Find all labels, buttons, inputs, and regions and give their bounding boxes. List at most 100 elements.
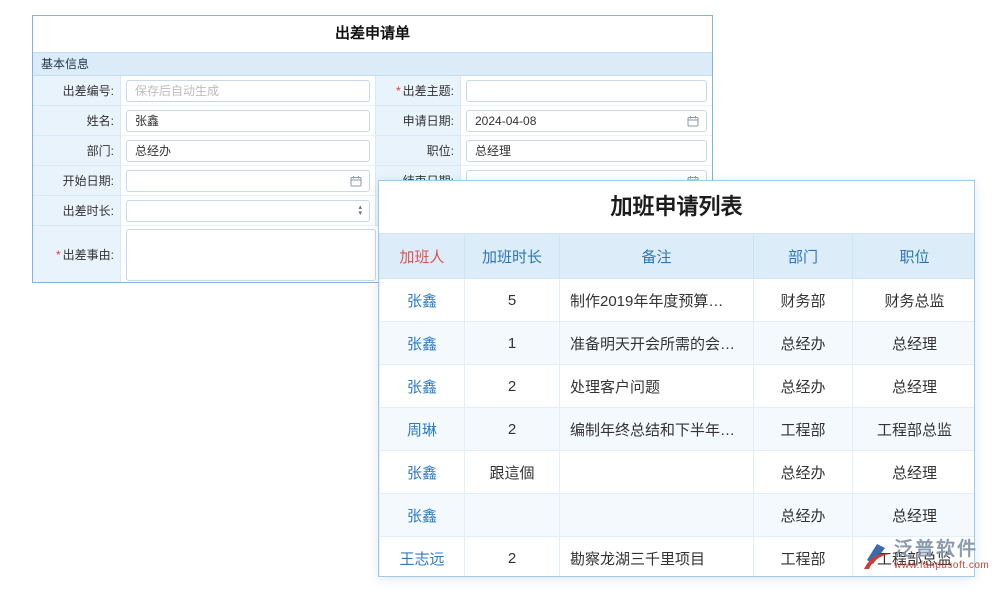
subject-cell: [461, 76, 712, 106]
subject-input[interactable]: [466, 80, 707, 102]
position-cell: 财务总监: [853, 279, 976, 322]
watermark-url: www.fanpusoft.com: [894, 560, 989, 572]
form-row: 部门: 职位:: [33, 136, 712, 166]
table-row: 张鑫 2 处理客户问题 总经办 总经理: [380, 365, 976, 408]
duration-cell: 1: [465, 322, 560, 365]
department-cell: 总经办: [754, 451, 853, 494]
duration-cell: 2: [465, 365, 560, 408]
section-header-basic-info: 基本信息: [33, 52, 712, 76]
name-input[interactable]: [126, 110, 370, 132]
department-cell: 总经办: [754, 365, 853, 408]
subject-label-text: 出差主题:: [403, 82, 454, 99]
fanpu-logo-icon: [862, 541, 890, 571]
note-cell: 勘察龙湖三千里项目: [560, 537, 754, 578]
watermark-brand: 泛普软件: [894, 540, 989, 560]
watermark-text: 泛普软件 www.fanpusoft.com: [894, 540, 989, 572]
person-link[interactable]: 张鑫: [380, 279, 465, 322]
start-date-label: 开始日期:: [33, 166, 121, 196]
form-title: 出差申请单: [33, 16, 712, 52]
required-asterisk: *: [396, 84, 401, 98]
department-cell: 工程部: [754, 408, 853, 451]
column-header-note[interactable]: 备注: [560, 234, 754, 279]
position-cell: [461, 136, 712, 166]
note-cell: 准备明天开会所需的会…: [560, 322, 754, 365]
name-label: 姓名:: [33, 106, 121, 136]
form-row: 出差编号: * 出差主题:: [33, 76, 712, 106]
position-label: 职位:: [376, 136, 461, 166]
duration-cell: ▴ ▾: [121, 196, 376, 226]
duration-cell: [465, 494, 560, 537]
department-cell: 工程部: [754, 537, 853, 578]
person-link[interactable]: 张鑫: [380, 494, 465, 537]
person-link[interactable]: 周琳: [380, 408, 465, 451]
position-cell: 总经理: [853, 365, 976, 408]
column-header-duration[interactable]: 加班时长: [465, 234, 560, 279]
dept-input[interactable]: [126, 140, 370, 162]
dept-cell: [121, 136, 376, 166]
position-input[interactable]: [466, 140, 707, 162]
duration-cell: 2: [465, 408, 560, 451]
table-header-row: 加班人 加班时长 备注 部门 职位: [380, 234, 976, 279]
position-label-text: 职位:: [427, 142, 454, 159]
duration-cell: 5: [465, 279, 560, 322]
department-cell: 财务部: [754, 279, 853, 322]
note-cell: [560, 451, 754, 494]
calendar-icon[interactable]: [687, 115, 699, 127]
person-link[interactable]: 王志远: [380, 537, 465, 578]
trip-no-cell: [121, 76, 376, 106]
column-header-person[interactable]: 加班人: [380, 234, 465, 279]
reason-label: * 出差事由:: [33, 226, 121, 283]
duration-cell: 跟這個: [465, 451, 560, 494]
overtime-table: 加班人 加班时长 备注 部门 职位 张鑫 5 制作2019年年度预算… 财务部 …: [379, 233, 975, 577]
reason-textarea[interactable]: [126, 229, 376, 281]
column-header-position[interactable]: 职位: [853, 234, 976, 279]
table-row: 张鑫 1 准备明天开会所需的会… 总经办 总经理: [380, 322, 976, 365]
overtime-list-title: 加班申请列表: [379, 181, 974, 233]
position-cell: 总经理: [853, 451, 976, 494]
start-date-cell: [121, 166, 376, 196]
apply-date-label: 申请日期:: [376, 106, 461, 136]
form-row: 姓名: 申请日期:: [33, 106, 712, 136]
dept-label-text: 部门:: [87, 142, 114, 159]
table-row: 张鑫 总经办 总经理: [380, 494, 976, 537]
subject-label: * 出差主题:: [376, 76, 461, 106]
start-date-label-text: 开始日期:: [63, 172, 114, 189]
calendar-icon[interactable]: [350, 175, 362, 187]
apply-date-cell: [461, 106, 712, 136]
required-asterisk: *: [56, 248, 61, 262]
duration-stepper[interactable]: ▴ ▾: [358, 205, 362, 217]
apply-date-label-text: 申请日期:: [403, 112, 454, 129]
apply-date-input[interactable]: [466, 110, 707, 132]
note-cell: 编制年终总结和下半年…: [560, 408, 754, 451]
trip-no-input[interactable]: [126, 80, 370, 102]
stepper-down-icon[interactable]: ▾: [358, 211, 362, 217]
duration-input[interactable]: [126, 200, 370, 222]
person-link[interactable]: 张鑫: [380, 322, 465, 365]
name-label-text: 姓名:: [87, 112, 114, 129]
reason-label-text: 出差事由:: [63, 246, 114, 263]
table-row: 张鑫 5 制作2019年年度预算… 财务部 财务总监: [380, 279, 976, 322]
table-row: 张鑫 跟這個 总经办 总经理: [380, 451, 976, 494]
department-cell: 总经办: [754, 322, 853, 365]
position-cell: 工程部总监: [853, 408, 976, 451]
position-cell: 总经理: [853, 494, 976, 537]
name-cell: [121, 106, 376, 136]
dept-label: 部门:: [33, 136, 121, 166]
person-link[interactable]: 张鑫: [380, 451, 465, 494]
column-header-department[interactable]: 部门: [754, 234, 853, 279]
vendor-watermark: 泛普软件 www.fanpusoft.com: [862, 540, 989, 572]
overtime-list-panel: 加班申请列表 加班人 加班时长 备注 部门 职位 张鑫 5 制作2019年年度预…: [378, 180, 975, 577]
trip-no-label: 出差编号:: [33, 76, 121, 106]
person-link[interactable]: 张鑫: [380, 365, 465, 408]
position-cell: 总经理: [853, 322, 976, 365]
table-row: 周琳 2 编制年终总结和下半年… 工程部 工程部总监: [380, 408, 976, 451]
trip-no-label-text: 出差编号:: [63, 82, 114, 99]
duration-label-text: 出差时长:: [63, 202, 114, 219]
duration-cell: 2: [465, 537, 560, 578]
note-cell: 处理客户问题: [560, 365, 754, 408]
department-cell: 总经办: [754, 494, 853, 537]
note-cell: [560, 494, 754, 537]
start-date-input[interactable]: [126, 170, 370, 192]
duration-label: 出差时长:: [33, 196, 121, 226]
note-cell: 制作2019年年度预算…: [560, 279, 754, 322]
